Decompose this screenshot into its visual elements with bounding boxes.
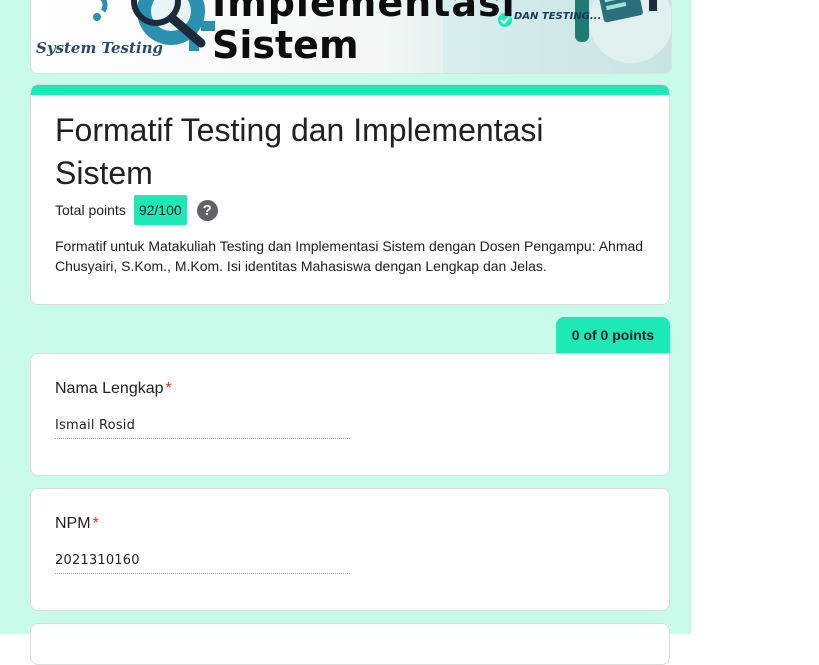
- question-label: NPM *: [55, 515, 99, 533]
- question-title: NPM: [55, 515, 91, 532]
- form-title: Formatif Testing dan Implementasi Sistem: [55, 112, 544, 191]
- required-asterisk: *: [165, 380, 172, 397]
- answer-field-npm[interactable]: 2021310160: [55, 553, 350, 574]
- total-points-badge: 92/100: [133, 195, 187, 225]
- question-label: Nama Lengkap *: [55, 380, 172, 398]
- required-asterisk: *: [92, 515, 99, 532]
- form-description: Formatif untuk Matakuliah Testing dan Im…: [55, 238, 644, 274]
- banner-tag-system-testing: System Testing: [36, 39, 164, 57]
- header-banner-image: Implementasi Sistem System Testing DAN T…: [30, 0, 672, 74]
- section-score-badge: 0 of 0 points: [556, 317, 670, 353]
- total-points-label: Total points: [55, 202, 126, 218]
- question-card-nama-lengkap: Nama Lengkap * Ismail Rosid: [30, 353, 670, 476]
- header-accent-bar: [31, 85, 669, 95]
- question-card-next: [30, 623, 670, 665]
- banner-tag-dan-testing: DAN TESTING...: [514, 11, 602, 22]
- help-circle-icon[interactable]: ?: [196, 199, 218, 221]
- question-card-npm: NPM * 2021310160: [30, 488, 670, 611]
- form-header-card: Formatif Testing dan Implementasi Sistem…: [30, 84, 670, 305]
- banner-title-line2: Sistem: [212, 23, 359, 67]
- banner-title-line1: Implementasi: [212, 0, 516, 25]
- question-title: Nama Lengkap: [55, 380, 164, 397]
- total-points-row: Total points 92/100 ?: [55, 195, 218, 225]
- answer-field-nama-lengkap[interactable]: Ismail Rosid: [55, 418, 350, 439]
